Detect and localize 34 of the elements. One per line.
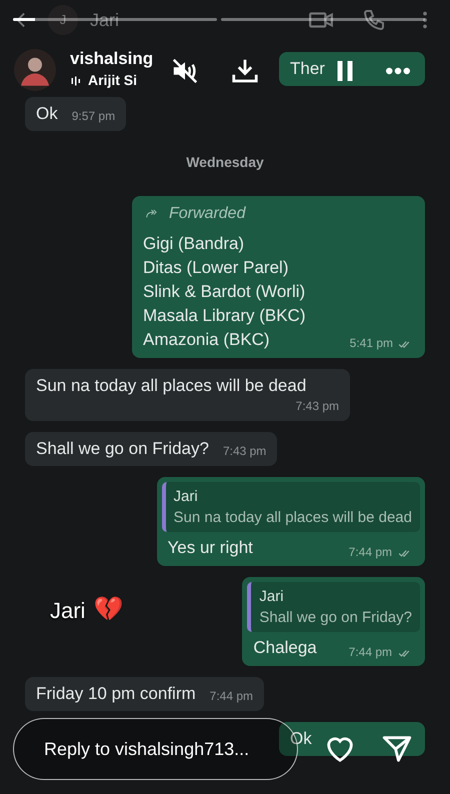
- story-caption: Jari: [50, 596, 86, 624]
- quote-text: Sun na today all places will be dead: [174, 508, 412, 528]
- message-time: 7:43 pm: [296, 398, 339, 415]
- message-time: 9:57 pm: [72, 108, 116, 125]
- message-text: Sun na today all places will be dead: [36, 375, 306, 397]
- message-text: Ok: [36, 103, 58, 125]
- message-time: 7:44 pm: [348, 544, 392, 561]
- message-text: Ther: [290, 58, 325, 80]
- message-text: Friday 10 pm confirm: [36, 683, 196, 705]
- message-time: 7:44 pm: [210, 688, 254, 705]
- date-label: Wednesday: [185, 153, 265, 172]
- message-text: Shall we go on Friday?: [36, 438, 209, 460]
- message-time: 7:44 pm: [348, 644, 392, 661]
- story-username: vishalsing: [70, 48, 152, 70]
- message-text: Amazonia (BKC): [143, 329, 270, 351]
- message-time: 7:43 pm: [222, 443, 266, 460]
- message-text: Chalega: [253, 637, 317, 659]
- music-title: Arijit Si: [88, 71, 138, 90]
- phone-icon[interactable]: [362, 8, 386, 32]
- message-text: Gigi (Bandra): [143, 233, 244, 255]
- reply-placeholder: Reply to vishalsingh713...: [44, 738, 250, 761]
- forwarded-label: Forwarded: [169, 204, 246, 224]
- mute-icon[interactable]: [170, 56, 200, 86]
- quote-text: Shall we go on Friday?: [259, 608, 412, 628]
- message-text: Yes ur right: [168, 537, 253, 559]
- audio-bars-icon: [70, 74, 82, 88]
- broken-heart-emoji: 💔: [93, 595, 124, 625]
- message-text: Ditas (Lower Parel): [143, 257, 288, 279]
- message-text: Slink & Bardot (Worli): [143, 281, 306, 303]
- message-time: 5:41 pm: [350, 335, 393, 352]
- quote-author: Jari: [174, 487, 199, 507]
- quote-author: Jari: [259, 587, 285, 607]
- avatar[interactable]: [14, 48, 56, 90]
- message-text: Masala Library (BKC): [143, 305, 306, 327]
